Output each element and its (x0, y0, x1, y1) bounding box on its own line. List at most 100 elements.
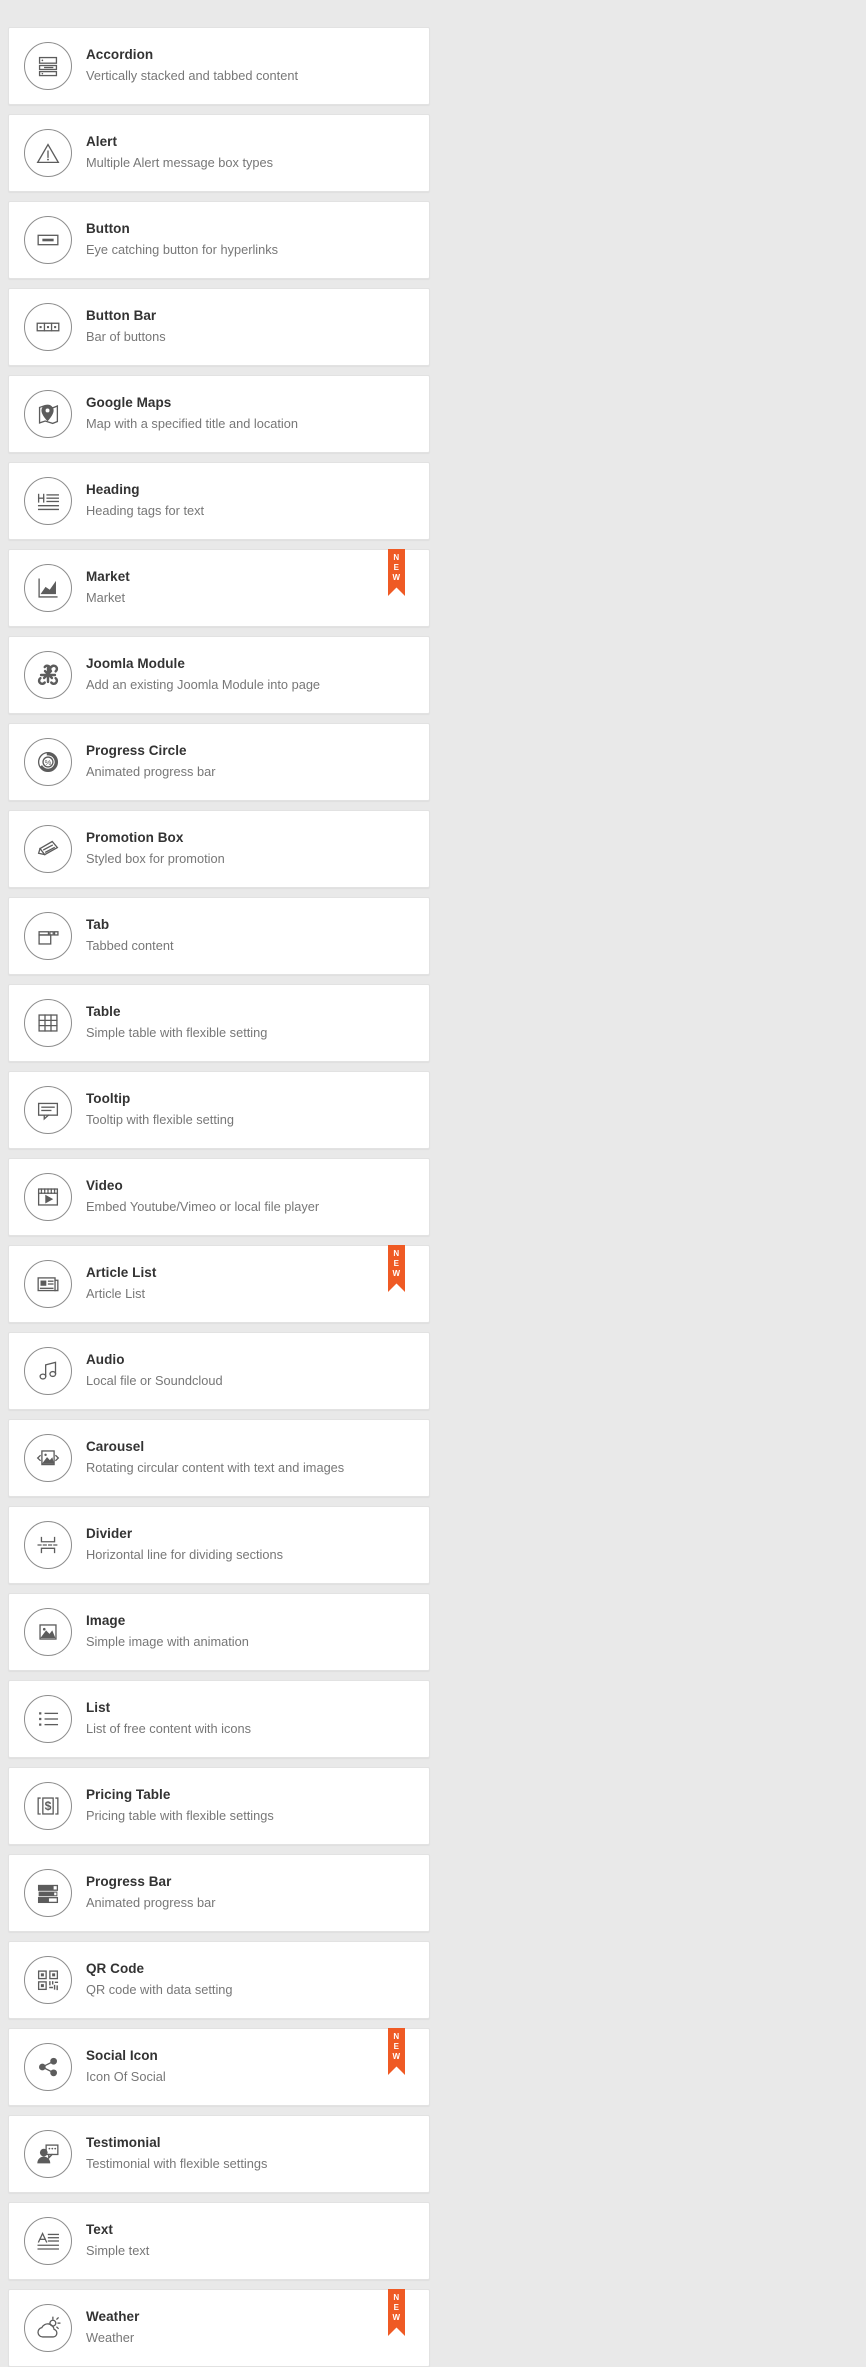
addon-card-title: Market (86, 568, 130, 584)
addon-card-audio[interactable]: Audio Local file or Soundcloud (8, 1332, 430, 1410)
addon-card-title: Tooltip (86, 1090, 131, 1106)
addon-card-description: Multiple Alert message box types (86, 154, 274, 170)
addon-card-description: Eye catching button for hyperlinks (86, 241, 279, 257)
addon-card-text: Audio Local file or Soundcloud (86, 1352, 223, 1391)
addon-card-text[interactable]: Text Simple text (8, 2202, 430, 2280)
new-badge-letter: E (393, 2303, 400, 2313)
addon-card-weather[interactable]: Weather Weather N E W (8, 2289, 430, 2367)
addon-card-title: Text (86, 2221, 113, 2237)
addon-card-social-icon[interactable]: Social Icon Icon Of Social N E W (8, 2028, 430, 2106)
addon-card-button-bar[interactable]: Button Bar Bar of buttons (8, 288, 430, 366)
addon-card-text: Tooltip Tooltip with flexible setting (86, 1091, 234, 1130)
pricing-dollar-icon: $ (24, 1782, 72, 1830)
new-badge: NEW (388, 1245, 405, 1292)
addon-card-title: Video (86, 1177, 123, 1193)
addon-card-promotion-box[interactable]: Promotion Box Styled box for promotion (8, 810, 430, 888)
addon-card-progress-circle[interactable]: % Progress Circle Animated progress bar (8, 723, 430, 801)
addon-card-grid: Accordion Vertically stacked and tabbed c… (0, 0, 866, 2367)
addon-card-title: Audio (86, 1351, 125, 1367)
addon-card-market[interactable]: Market Market N E W (8, 549, 430, 627)
addon-card-text: Progress Circle Animated progress bar (86, 743, 215, 782)
carousel-icon (24, 1434, 72, 1482)
addon-card-tab[interactable]: Tab Tabbed content (8, 897, 430, 975)
testimonial-icon (24, 2130, 72, 2178)
addon-card-description: Add an existing Joomla Module into page (86, 676, 321, 692)
addon-card-text: Joomla Module Add an existing Joomla Modu… (86, 656, 320, 695)
addon-card-text: Accordion Vertically stacked and tabbed c… (86, 47, 298, 86)
addon-card-title: Testimonial (86, 2134, 161, 2150)
button-bar-icon (24, 303, 72, 351)
addon-card-qr-code[interactable]: QR Code QR code with data setting (8, 1941, 430, 2019)
new-badge: NEW (388, 549, 405, 596)
addon-card-description: Styled box for promotion (86, 850, 225, 866)
addon-card-title: Button Bar (86, 307, 157, 323)
addon-card-text: QR Code QR code with data setting (86, 1961, 233, 2000)
addon-card-text: Article List Article List (86, 1265, 156, 1304)
addon-card-text: Table Simple table with flexible setting (86, 1004, 267, 1043)
addon-card-description: Vertically stacked and tabbed content (86, 67, 298, 83)
addon-card-title: Pricing Table (86, 1786, 171, 1802)
addon-card-button[interactable]: Button Eye catching button for hyperlinks (8, 201, 430, 279)
addon-card-progress-bar[interactable]: Progress Bar Animated progress bar (8, 1854, 430, 1932)
new-badge: NEW (388, 2289, 405, 2336)
addon-card-title: QR Code (86, 1960, 145, 1976)
addon-card-description: Market (86, 589, 126, 605)
addon-card-title: Progress Bar (86, 1873, 172, 1889)
addon-card-text: Weather Weather (86, 2309, 139, 2348)
tooltip-icon (24, 1086, 72, 1134)
addon-card-list[interactable]: List List of free content with icons (8, 1680, 430, 1758)
addon-card-text: Image Simple image with animation (86, 1613, 249, 1652)
addon-card-table[interactable]: Table Simple table with flexible setting (8, 984, 430, 1062)
addon-card-google-maps[interactable]: Google Maps Map with a specified title an… (8, 375, 430, 453)
addon-card-description: Local file or Soundcloud (86, 1372, 223, 1388)
map-pin-icon (24, 390, 72, 438)
addon-card-description: Tabbed content (86, 937, 174, 953)
addon-card-title: List (86, 1699, 111, 1715)
addon-card-image[interactable]: Image Simple image with animation (8, 1593, 430, 1671)
divider-icon (24, 1521, 72, 1569)
addon-card-title: Promotion Box (86, 829, 184, 845)
addon-card-text: Promotion Box Styled box for promotion (86, 830, 225, 869)
addon-card-description: Article List (86, 1285, 146, 1301)
addon-card-accordion[interactable]: Accordion Vertically stacked and tabbed c… (8, 27, 430, 105)
addon-card-testimonial[interactable]: Testimonial Testimonial with flexible set… (8, 2115, 430, 2193)
addon-card-article-list[interactable]: Article List Article List N E W (8, 1245, 430, 1323)
heading-icon (24, 477, 72, 525)
tab-icon (24, 912, 72, 960)
addon-card-text: Google Maps Map with a specified title an… (86, 395, 298, 434)
addon-card-title: Social Icon (86, 2047, 158, 2063)
new-badge-letter: N (393, 2032, 400, 2041)
addon-card-description: Icon Of Social (86, 2068, 166, 2084)
alert-triangle-icon (24, 129, 72, 177)
addon-card-joomla-module[interactable]: Joomla Module Add an existing Joomla Modu… (8, 636, 430, 714)
addon-card-alert[interactable]: Alert Multiple Alert message box types (8, 114, 430, 192)
addon-card-pricing-table[interactable]: $ Pricing Table Pricing table with flexibl… (8, 1767, 430, 1845)
new-badge-letter: E (393, 563, 400, 573)
new-badge-letter: N (393, 553, 400, 562)
addon-card-description: QR code with data setting (86, 1981, 233, 1997)
button-icon (24, 216, 72, 264)
addon-card-title: Heading (86, 481, 140, 497)
addon-card-carousel[interactable]: Carousel Rotating circular content with t… (8, 1419, 430, 1497)
addon-card-text: Pricing Table Pricing table with flexible… (86, 1787, 274, 1826)
addon-card-text: Video Embed Youtube/Vimeo or local file p… (86, 1178, 319, 1217)
addon-card-text: Tab Tabbed content (86, 917, 174, 956)
addon-card-description: Weather (86, 2329, 135, 2345)
addon-card-title: Carousel (86, 1438, 145, 1454)
new-badge-letter: E (393, 1259, 400, 1269)
addon-card-title: Image (86, 1612, 126, 1628)
addon-card-text: Button Eye catching button for hyperlinks (86, 221, 278, 260)
addon-card-divider[interactable]: Divider Horizontal line for dividing sect… (8, 1506, 430, 1584)
addon-card-video[interactable]: Video Embed Youtube/Vimeo or local file p… (8, 1158, 430, 1236)
music-note-icon (24, 1347, 72, 1395)
weather-cloud-sun-icon (24, 2304, 72, 2352)
addon-card-tooltip[interactable]: Tooltip Tooltip with flexible setting (8, 1071, 430, 1149)
addon-card-description: Simple text (86, 2242, 150, 2258)
addon-card-heading[interactable]: Heading Heading tags for text (8, 462, 430, 540)
new-badge: NEW (388, 2028, 405, 2075)
addon-card-description: Bar of buttons (86, 328, 166, 344)
addon-card-description: Testimonial with flexible settings (86, 2155, 268, 2171)
addon-card-description: Pricing table with flexible settings (86, 1807, 274, 1823)
new-badge-letter: E (393, 2042, 400, 2052)
addon-card-text: Text Simple text (86, 2222, 149, 2261)
